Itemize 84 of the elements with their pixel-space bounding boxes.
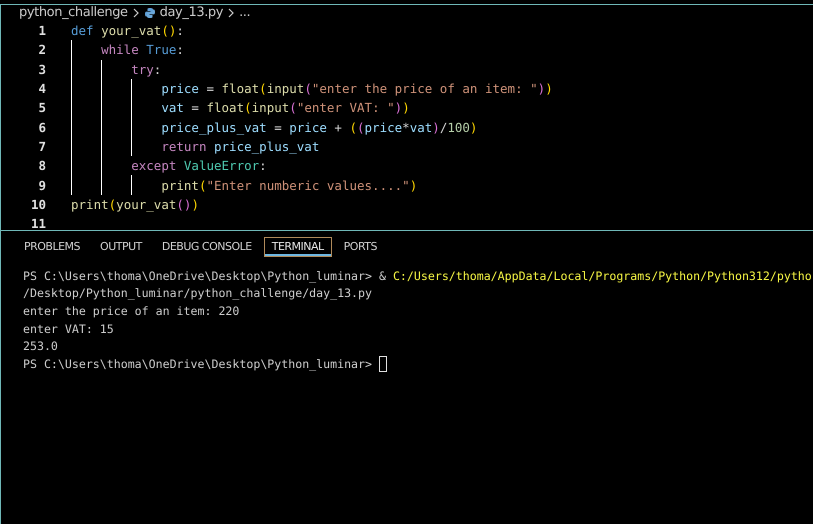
- code-token: :: [154, 62, 162, 77]
- code-token: ): [394, 100, 402, 116]
- code-token: ): [410, 178, 418, 193]
- breadcrumb-more[interactable]: ...: [239, 5, 250, 20]
- terminal-text: enter the price of an item: 220: [23, 304, 240, 318]
- chevron-right-icon: [132, 8, 140, 18]
- code-token: return: [161, 138, 208, 154]
- indent-guide: [131, 175, 132, 195]
- line-number: 10: [30, 196, 47, 212]
- code-token: ): [545, 81, 553, 96]
- code-token: "enter the price of an item: ": [312, 81, 538, 96]
- code-token: try: [131, 62, 154, 77]
- code-token: price: [289, 120, 327, 135]
- code-token: vat: [410, 120, 432, 135]
- line-number: 8: [37, 158, 47, 174]
- code-token: (: [304, 81, 312, 96]
- terminal-text: 253.0: [23, 339, 58, 354]
- code-token: :: [176, 42, 184, 58]
- panel-tab[interactable]: DEBUG CONSOLE: [154, 237, 260, 257]
- python-file-icon: [144, 6, 156, 18]
- line-number: 4: [37, 81, 47, 96]
- code-token: price_plus_vat: [214, 138, 320, 154]
- code-token: 100: [447, 120, 470, 135]
- breadcrumb-file[interactable]: day_13.py: [160, 5, 224, 20]
- code-token: input: [266, 81, 304, 96]
- code-token: :: [176, 23, 184, 38]
- code-token: (: [108, 196, 116, 212]
- terminal-text: C:/Users/thoma/AppData/Local/Programs/Python/Python312/pytho: [392, 268, 812, 283]
- code-token: *: [402, 120, 410, 135]
- code-token: (: [244, 100, 252, 116]
- code-token: print: [161, 178, 199, 193]
- terminal-text: /Desktop/Python_luminar/python_challenge/day_13.py: [23, 286, 372, 300]
- line-number: 9: [37, 178, 47, 193]
- breadcrumb-folder[interactable]: python_challenge: [19, 5, 128, 20]
- panel-tab[interactable]: PORTS: [336, 237, 385, 257]
- code-token: float: [206, 100, 244, 116]
- terminal-text: PS C:\Users\thoma\OneDrive\Desktop\Python_luminar>: [23, 356, 374, 371]
- line-number: 6: [37, 120, 47, 135]
- code-token: :: [259, 158, 267, 174]
- code-token: +: [333, 120, 343, 135]
- code-token: price: [161, 81, 199, 96]
- panel-tab[interactable]: PROBLEMS: [16, 237, 88, 257]
- code-token: your_vat: [116, 196, 176, 212]
- code-token: =: [273, 120, 283, 135]
- code-token: float: [222, 81, 260, 96]
- line-number: 1: [37, 23, 47, 38]
- code-token: (: [259, 81, 267, 96]
- line-number: 2: [37, 42, 47, 58]
- code-token: your_vat: [101, 23, 162, 38]
- code-token: True: [146, 42, 176, 58]
- code-token: (): [176, 196, 192, 212]
- code-token: (: [198, 178, 206, 193]
- code-token: input: [252, 100, 290, 116]
- line-number: 11: [30, 216, 47, 230]
- panel-tab[interactable]: TERMINAL: [264, 237, 332, 257]
- code-token: (: [357, 120, 365, 135]
- code-token: ): [191, 196, 199, 212]
- code-token: price_plus_vat: [161, 120, 267, 135]
- line-number: 3: [37, 62, 47, 77]
- code-token: /: [440, 120, 448, 135]
- code-token: def: [71, 23, 95, 38]
- code-token: ): [432, 120, 440, 135]
- code-token: (): [161, 23, 176, 38]
- code-token: ValueError: [184, 158, 260, 174]
- code-token: =: [190, 100, 200, 116]
- code-token: (: [289, 100, 297, 116]
- code-token: ): [470, 120, 478, 135]
- code-token: price: [364, 120, 402, 135]
- line-number: 5: [37, 100, 47, 116]
- code-token: except: [131, 158, 178, 174]
- chevron-right-icon: [227, 8, 236, 18]
- code-token: print: [71, 196, 109, 212]
- terminal-text: PS C:\Users\thoma\OneDrive\Desktop\Python_luminar> &: [23, 268, 387, 283]
- code-token: ): [538, 81, 546, 96]
- line-number: 7: [37, 138, 47, 154]
- code-token: ): [402, 100, 410, 116]
- code-token: "enter VAT: ": [296, 100, 395, 116]
- code-token: =: [205, 81, 216, 96]
- code-token: "Enter numberic values....": [206, 178, 410, 193]
- code-token: while: [101, 42, 140, 58]
- code-token: (: [349, 120, 357, 135]
- terminal-text: enter VAT: 15: [23, 322, 114, 336]
- code-token: vat: [161, 100, 184, 116]
- panel-tab[interactable]: OUTPUT: [92, 237, 150, 257]
